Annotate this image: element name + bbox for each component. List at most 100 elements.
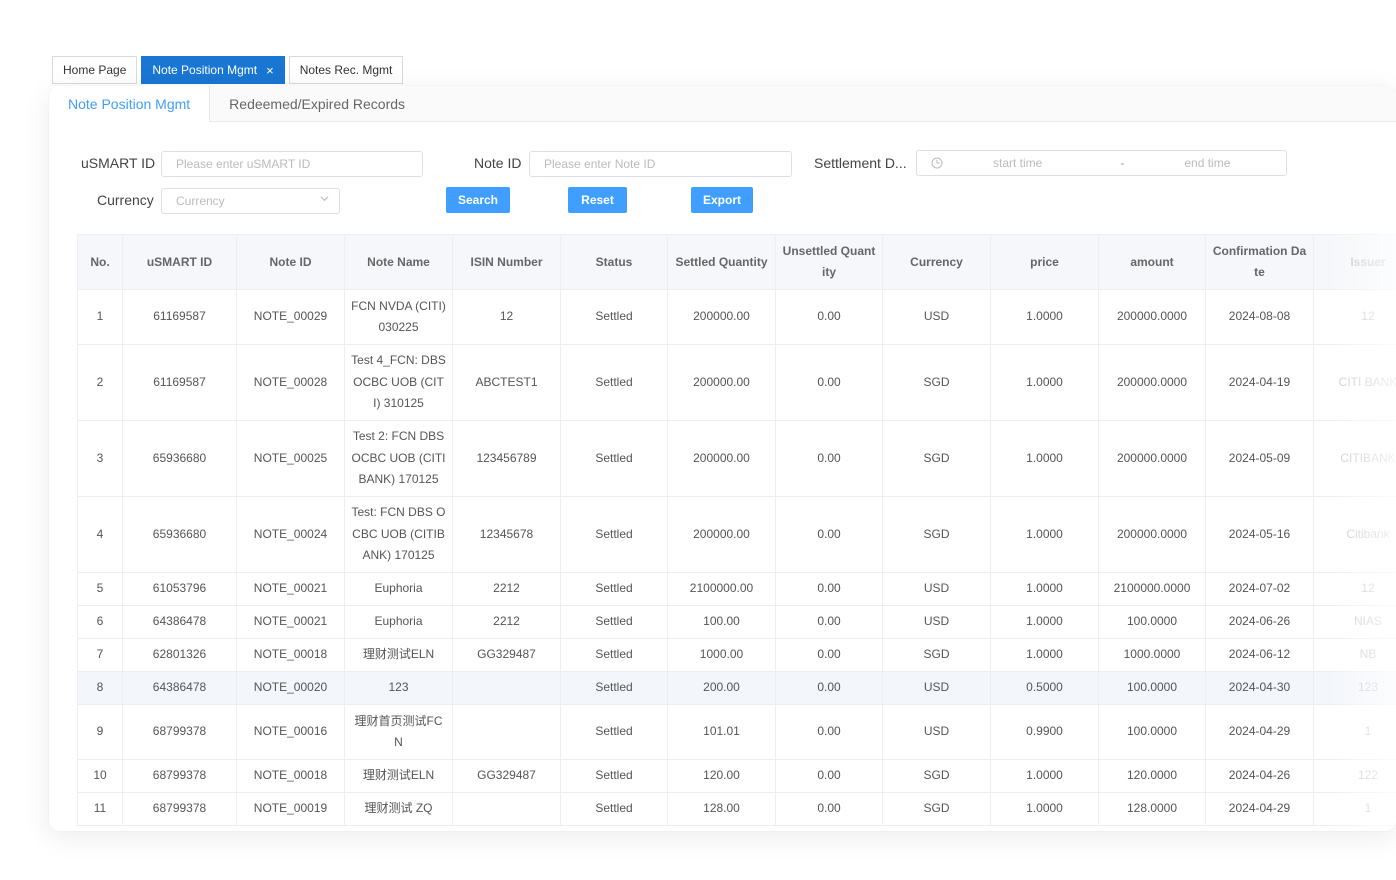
usmart-id-input[interactable]: Please enter uSMART ID — [161, 151, 423, 177]
table-cell: 2212 — [452, 572, 561, 606]
table-cell: 8 — [77, 671, 123, 705]
table-cell: Citibank — [1313, 496, 1396, 573]
table-cell: 10 — [77, 759, 123, 793]
table-cell: 0.00 — [775, 704, 883, 760]
table-cell: 200000.00 — [667, 496, 776, 573]
column-header: Unsettled Quant ity — [775, 234, 883, 290]
table-cell: 1 — [77, 289, 123, 345]
subtab-redeemed-expired[interactable]: Redeemed/Expired Records — [210, 86, 424, 122]
subtab-note-position-mgmt[interactable]: Note Position Mgmt — [49, 86, 211, 122]
note-id-input[interactable]: Please enter Note ID — [529, 151, 792, 177]
table-cell: NOTE_00028 — [236, 344, 345, 421]
table-row[interactable]: 11 68799378 NOTE_00019 理财测试 ZQ Settled 128.00… — [77, 792, 1396, 826]
table-cell: 0.00 — [775, 605, 883, 639]
table-cell: Settled — [560, 704, 668, 760]
table-cell: 2100000.00 — [667, 572, 776, 606]
table-cell: 1.0000 — [990, 344, 1099, 421]
table-cell: 0.00 — [775, 638, 883, 672]
settlement-date-label: Settlement D... — [814, 155, 907, 171]
table-cell: 120.0000 — [1098, 759, 1206, 793]
subtab-label: Note Position Mgmt — [68, 96, 191, 112]
start-time-placeholder: start time — [993, 156, 1043, 170]
tab-home-page[interactable]: Home Page — [52, 56, 138, 84]
table-cell: 2024-04-30 — [1205, 671, 1314, 705]
table-cell: SGD — [882, 344, 991, 421]
table-row[interactable]: 7 62801326 NOTE_00018 理财测试ELN GG329487 Settle… — [77, 638, 1396, 672]
table-cell: 1000.0000 — [1098, 638, 1206, 672]
table-cell: 100.0000 — [1098, 704, 1206, 760]
table-cell: 7 — [77, 638, 123, 672]
table-cell: 1.0000 — [990, 572, 1099, 606]
table-cell: 61053796 — [122, 572, 237, 606]
table-cell: 1.0000 — [990, 759, 1099, 793]
table-row[interactable]: 1 61169587 NOTE_00029 FCN NVDA (CITI) 03022… — [77, 289, 1396, 345]
table-cell: CITI BANK — [1313, 344, 1396, 421]
table-cell: Settled — [560, 344, 668, 421]
table-row[interactable]: 8 64386478 NOTE_00020 123 Settled 200.00 0.00 U… — [77, 671, 1396, 705]
reset-button[interactable]: Reset — [568, 187, 627, 213]
table-cell: 4 — [77, 496, 123, 573]
table-cell: 200000.0000 — [1098, 496, 1206, 573]
table-cell: 0.00 — [775, 496, 883, 573]
table-row[interactable]: 3 65936680 NOTE_00025 Test 2: FCN DBS OCBC … — [77, 420, 1396, 497]
table-cell: USD — [882, 704, 991, 760]
table-cell: 100.0000 — [1098, 671, 1206, 705]
table-cell: NOTE_00016 — [236, 704, 345, 760]
sub-tabs: Note Position Mgmt Redeemed/Expired Reco… — [49, 86, 1396, 122]
table-cell: 3 — [77, 420, 123, 497]
table-row[interactable]: 5 61053796 NOTE_00021 Euphoria 2212 Settled 21… — [77, 572, 1396, 606]
table-cell: 2212 — [452, 605, 561, 639]
column-header: Note Name — [344, 234, 453, 290]
currency-select[interactable]: Currency — [161, 188, 340, 214]
settlement-date-range[interactable]: start time - end time — [916, 150, 1287, 176]
range-separator: - — [1120, 156, 1125, 170]
close-icon[interactable]: × — [266, 64, 274, 77]
table-cell: 1.0000 — [990, 792, 1099, 826]
table-cell: NOTE_00024 — [236, 496, 345, 573]
table-row[interactable]: 9 68799378 NOTE_00016 理财首页测试FC N Settled 101.… — [77, 704, 1396, 760]
table-cell: USD — [882, 289, 991, 345]
table-cell: 128.0000 — [1098, 792, 1206, 826]
top-tab-strip: Home Page Note Position Mgmt × Notes Rec… — [52, 56, 404, 84]
column-header: uSMART ID — [122, 234, 237, 290]
table-cell: SGD — [882, 638, 991, 672]
table-cell: 68799378 — [122, 704, 237, 760]
table-cell: 200000.00 — [667, 289, 776, 345]
table-cell: Test: FCN DBS O CBC UOB (CITIB ANK) 1701… — [344, 496, 453, 573]
table-cell: 123456789 — [452, 420, 561, 497]
table-cell: 2024-06-26 — [1205, 605, 1314, 639]
column-header: Status — [560, 234, 668, 290]
table-cell: 0.00 — [775, 792, 883, 826]
table-cell: 12345678 — [452, 496, 561, 573]
table-cell: 1 — [1313, 704, 1396, 760]
table-cell: 100.0000 — [1098, 605, 1206, 639]
chevron-down-icon — [320, 196, 329, 202]
tab-note-position-mgmt[interactable]: Note Position Mgmt × — [141, 56, 285, 84]
table-cell: GG329487 — [452, 638, 561, 672]
table-cell: 2024-08-08 — [1205, 289, 1314, 345]
table-cell: NOTE_00025 — [236, 420, 345, 497]
table-row[interactable]: 4 65936680 NOTE_00024 Test: FCN DBS O CBC U… — [77, 496, 1396, 573]
table-cell: 1000.00 — [667, 638, 776, 672]
table-cell: 62801326 — [122, 638, 237, 672]
tab-notes-rec-mgmt[interactable]: Notes Rec. Mgmt — [288, 56, 404, 84]
table-cell: 2024-05-16 — [1205, 496, 1314, 573]
table-row[interactable]: 6 64386478 NOTE_00021 Euphoria 2212 Settled 10… — [77, 605, 1396, 639]
table-cell: 61169587 — [122, 344, 237, 421]
table-cell: CITIBANK — [1313, 420, 1396, 497]
export-button[interactable]: Export — [691, 187, 753, 213]
table-cell: Settled — [560, 759, 668, 793]
table-cell: 0.00 — [775, 420, 883, 497]
table-cell: 200000.0000 — [1098, 344, 1206, 421]
table-row[interactable]: 2 61169587 NOTE_00028 Test 4_FCN: DBS OCBC … — [77, 344, 1396, 421]
table-cell: 1.0000 — [990, 638, 1099, 672]
search-button[interactable]: Search — [446, 187, 510, 213]
note-id-label: Note ID — [474, 155, 522, 171]
table-cell: 理财测试ELN — [344, 759, 453, 793]
table-row[interactable]: 10 68799378 NOTE_00018 理财测试ELN GG329487 Settl… — [77, 759, 1396, 793]
end-time-placeholder: end time — [1184, 156, 1231, 170]
table-cell: 122 — [1313, 759, 1396, 793]
table-header-row: No. uSMART ID Note ID Note Name ISIN Number S… — [77, 234, 1396, 290]
table-cell: Settled — [560, 638, 668, 672]
table-cell: 2024-04-29 — [1205, 792, 1314, 826]
